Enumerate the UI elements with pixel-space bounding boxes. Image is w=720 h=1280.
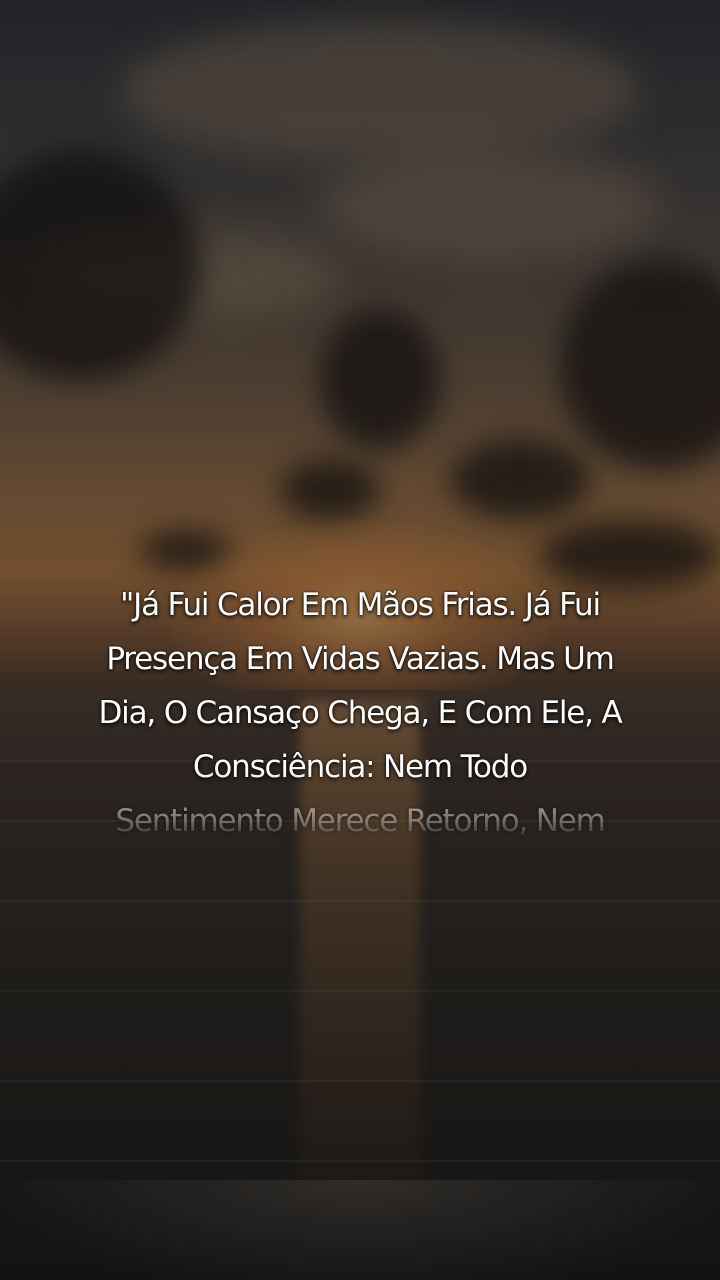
quote-line: Consciência: Nem Todo	[192, 749, 528, 785]
quote-line: Presença Em Vidas Vazias. Mas Um	[106, 641, 614, 677]
quote-line: Dia, O Cansaço Chega, E Com Ele, A	[98, 695, 623, 731]
quote-line-fading: Sentimento Merece Retorno, Nem	[115, 803, 606, 839]
quote-line: "Já Fui Calor Em Mãos Frias. Já Fui	[120, 587, 601, 623]
story-screen[interactable]: "Já Fui Calor Em Mãos Frias. Já Fui Pres…	[0, 0, 720, 1280]
quote-text: "Já Fui Calor Em Mãos Frias. Já Fui Pres…	[60, 578, 660, 848]
